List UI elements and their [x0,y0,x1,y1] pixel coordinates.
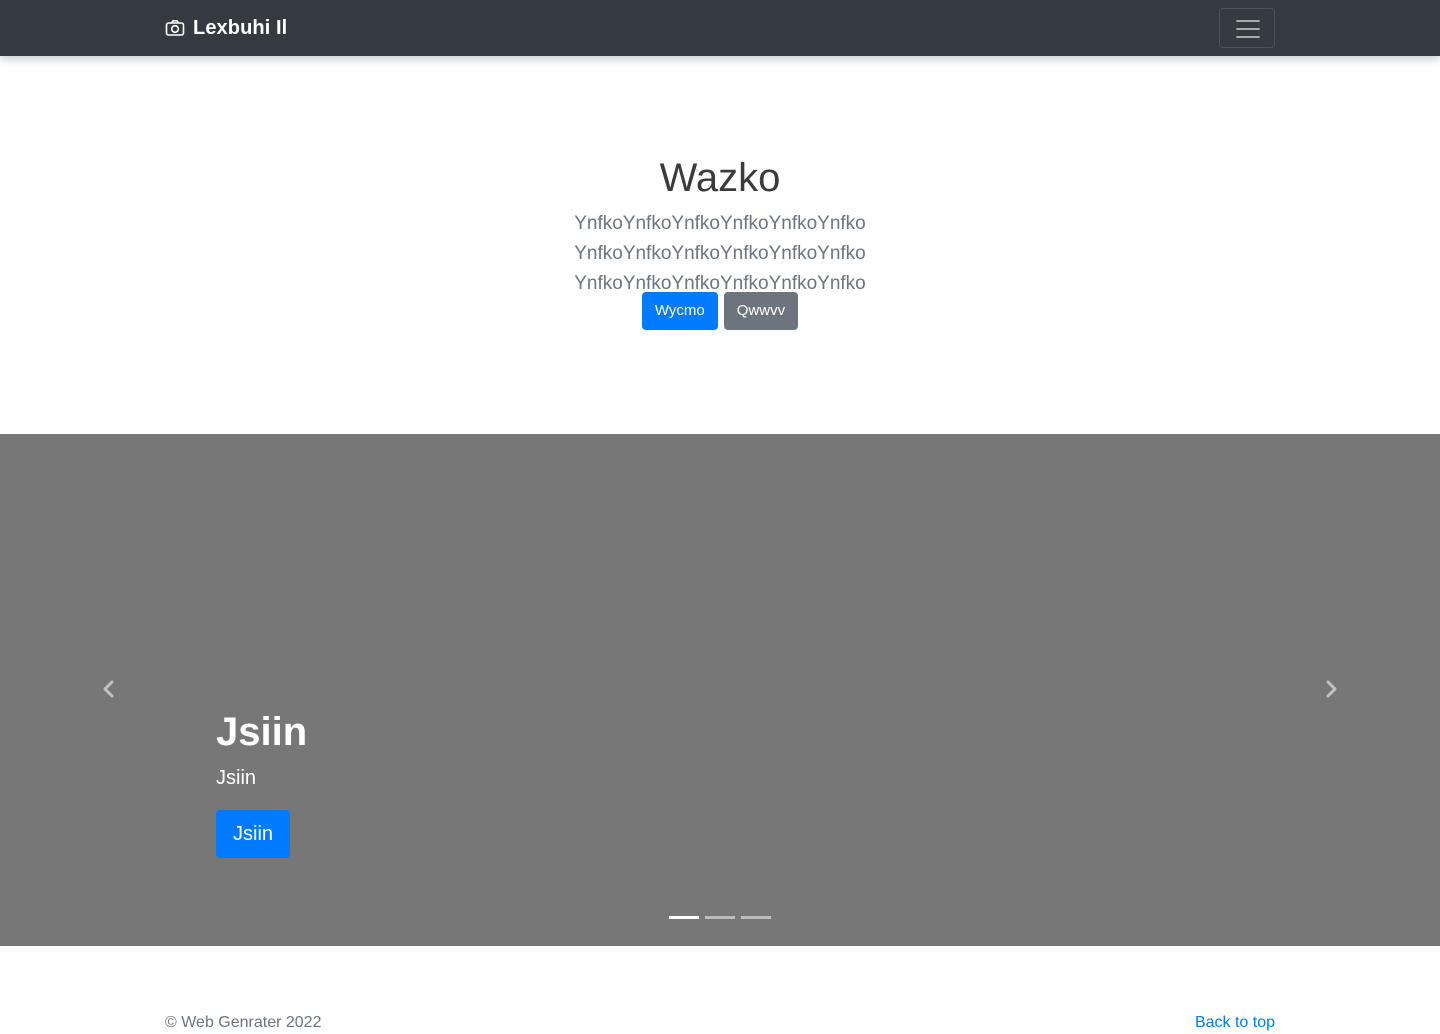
back-to-top-link[interactable]: Back to top [1195,1012,1275,1034]
carousel: Jsiin Jsiin Jsiin [0,434,1440,946]
carousel-indicator[interactable] [669,916,699,919]
navbar: Lexbuhi Il [0,0,1440,56]
carousel-caption-text: Jsiin [216,767,257,789]
brand-name: Lexbuhi Il [193,16,288,39]
camera-icon [165,18,185,38]
carousel-caption-title: Jsiin [216,710,308,754]
carousel-next-control[interactable] [1316,674,1346,704]
carousel-caption-button[interactable]: Jsiin [216,810,291,858]
hero-lead-text: YnfkoYnfkoYnfkoYnfkoYnfkoYnfko YnfkoYnfk… [574,213,866,294]
hero-button-group: Wycmo Qwwvv [0,292,1440,330]
hero-section: Wazko YnfkoYnfkoYnfkoYnfkoYnfkoYnfko Ynf… [0,56,1440,434]
chevron-left-icon [94,680,124,708]
brand-link[interactable]: Lexbuhi Il [165,16,287,40]
hero-title: Wazko [659,156,781,200]
carousel-prev-control[interactable] [94,674,124,704]
carousel-caption: Jsiin Jsiin Jsiin [216,708,307,858]
secondary-button[interactable]: Qwwvv [723,292,799,330]
copyright-text: © Web Genrater 2022 [165,1014,322,1031]
navbar-toggler-button[interactable] [1219,8,1275,48]
primary-button[interactable]: Wycmo [641,292,718,330]
carousel-indicator[interactable] [741,916,771,919]
carousel-indicators [669,916,771,919]
footer: © Web Genrater 2022 Back to top [0,946,1440,1034]
chevron-right-icon [1316,680,1346,708]
carousel-indicator[interactable] [705,916,735,919]
